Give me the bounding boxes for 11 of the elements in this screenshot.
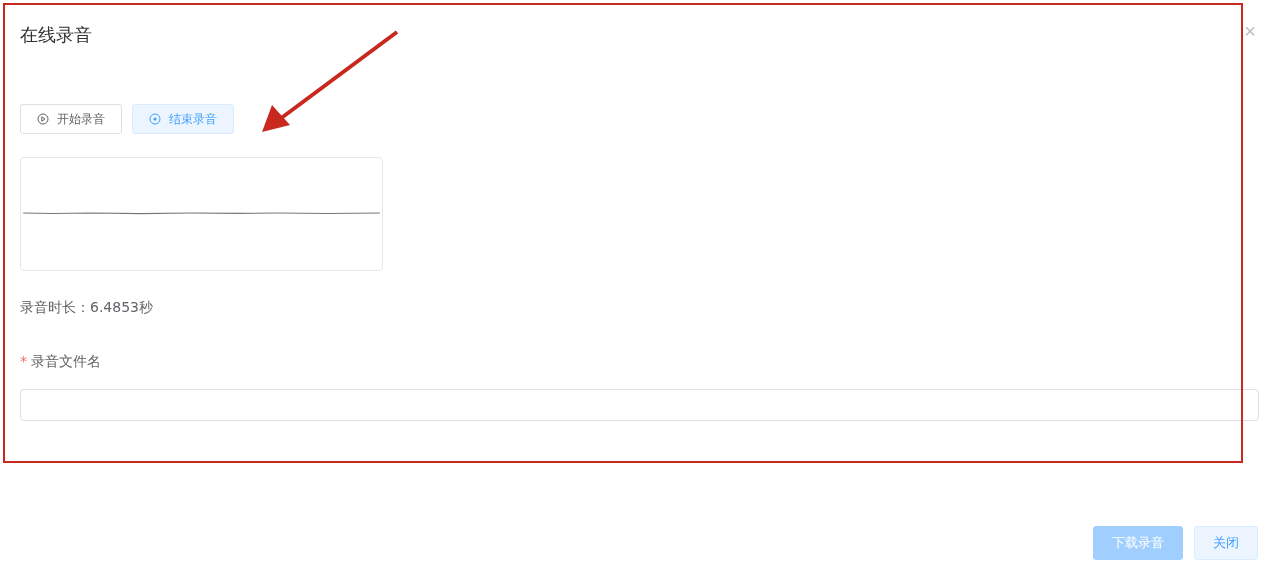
- play-circle-icon: [37, 113, 49, 125]
- close-button[interactable]: ×: [1244, 20, 1256, 42]
- field-label: 录音文件名: [31, 353, 101, 371]
- stop-circle-icon: [149, 113, 161, 125]
- record-button[interactable]: 结束录音: [132, 104, 234, 134]
- record-button[interactable]: 开始录音: [20, 104, 122, 134]
- dialog-title: 在线录音: [20, 23, 92, 47]
- recording-duration: 录音时长：6.4853秒: [20, 299, 153, 317]
- footer-button[interactable]: 关闭: [1194, 526, 1258, 560]
- input-field[interactable]: [20, 389, 1259, 421]
- required-mark: *: [20, 353, 27, 371]
